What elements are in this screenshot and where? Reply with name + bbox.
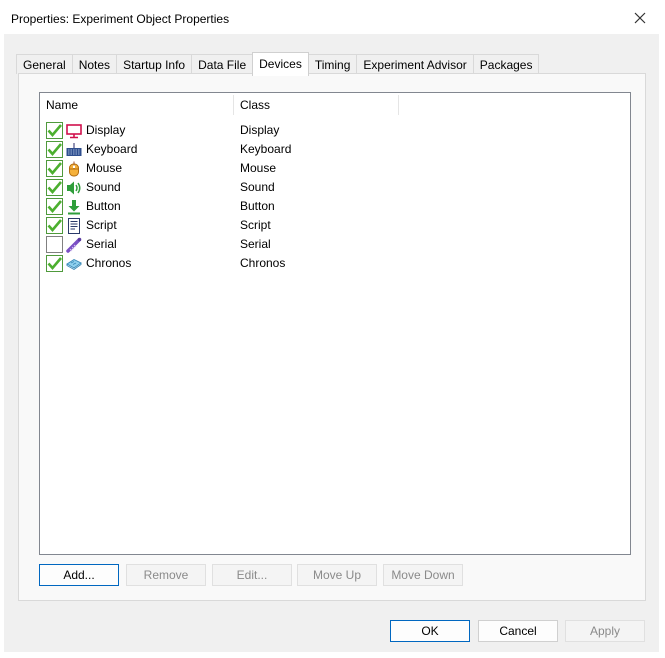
list-item[interactable]: Keyboard Keyboard: [40, 140, 630, 159]
device-checkbox[interactable]: [46, 179, 63, 196]
device-name: Button: [86, 199, 121, 213]
tab-packages[interactable]: Packages: [472, 54, 540, 74]
device-name: Keyboard: [86, 142, 138, 156]
remove-button[interactable]: Remove: [126, 564, 206, 586]
tab-strip: General Notes Startup Info Data File Dev…: [16, 52, 540, 76]
device-name: Sound: [86, 180, 121, 194]
title-bar: Properties: Experiment Object Properties: [4, 4, 659, 34]
properties-dialog: Properties: Experiment Object Properties…: [4, 4, 659, 652]
tab-experiment-advisor[interactable]: Experiment Advisor: [356, 54, 474, 74]
list-header: Name Class: [40, 93, 630, 117]
tab-devices[interactable]: Devices: [252, 52, 309, 76]
device-name: Script: [86, 218, 117, 232]
list-item[interactable]: Chronos Chronos: [40, 254, 630, 273]
device-checkbox[interactable]: [46, 141, 63, 158]
device-checkbox[interactable]: [46, 255, 63, 272]
tab-startup-info[interactable]: Startup Info: [116, 54, 193, 74]
device-checkbox[interactable]: [46, 217, 63, 234]
device-name: Serial: [86, 237, 117, 251]
list-item[interactable]: Script Script: [40, 216, 630, 235]
device-checkbox[interactable]: [46, 160, 63, 177]
device-name: Mouse: [86, 161, 123, 175]
mouse-icon: [66, 161, 82, 177]
list-item[interactable]: Serial Serial: [40, 235, 630, 254]
device-checkbox[interactable]: [46, 122, 63, 139]
device-class: Mouse: [240, 161, 277, 175]
serial-cable-icon: [66, 237, 82, 253]
ok-button[interactable]: OK: [390, 620, 470, 642]
close-icon: [634, 12, 646, 27]
column-header-class[interactable]: Class: [240, 93, 270, 117]
speaker-icon: [66, 180, 82, 196]
device-class: Keyboard: [240, 142, 292, 156]
device-name: Chronos: [86, 256, 132, 270]
device-name: Display: [86, 123, 126, 137]
edit-button[interactable]: Edit...: [212, 564, 292, 586]
tab-notes[interactable]: Notes: [71, 54, 118, 74]
devices-list[interactable]: Name Class Display Display Keyboard Keyb…: [39, 92, 631, 555]
chronos-icon: [66, 256, 82, 272]
close-button[interactable]: [627, 6, 653, 32]
column-divider[interactable]: [398, 95, 399, 115]
tab-general[interactable]: General: [16, 54, 73, 74]
apply-button[interactable]: Apply: [565, 620, 645, 642]
tab-data-file[interactable]: Data File: [191, 54, 254, 74]
keyboard-icon: [66, 142, 82, 158]
list-item[interactable]: Button Button: [40, 197, 630, 216]
down-arrow-icon: [66, 199, 82, 215]
add-button[interactable]: Add...: [39, 564, 119, 586]
list-item[interactable]: Mouse Mouse: [40, 159, 630, 178]
column-header-name[interactable]: Name: [46, 93, 78, 117]
cancel-button[interactable]: Cancel: [478, 620, 558, 642]
device-checkbox[interactable]: [46, 198, 63, 215]
list-item[interactable]: Display Display: [40, 121, 630, 140]
monitor-icon: [66, 123, 82, 139]
device-class: Display: [240, 123, 280, 137]
device-class: Script: [240, 218, 271, 232]
move-down-button[interactable]: Move Down: [383, 564, 463, 586]
move-up-button[interactable]: Move Up: [297, 564, 377, 586]
device-checkbox[interactable]: [46, 236, 63, 253]
device-class: Button: [240, 199, 275, 213]
script-icon: [66, 218, 82, 234]
window-title: Properties: Experiment Object Properties: [11, 12, 230, 26]
list-item[interactable]: Sound Sound: [40, 178, 630, 197]
column-divider[interactable]: [233, 95, 234, 115]
devices-tab-panel: Name Class Display Display Keyboard Keyb…: [18, 73, 646, 601]
device-class: Serial: [240, 237, 271, 251]
device-class: Chronos: [240, 256, 286, 270]
device-class: Sound: [240, 180, 275, 194]
tab-timing[interactable]: Timing: [307, 54, 358, 74]
